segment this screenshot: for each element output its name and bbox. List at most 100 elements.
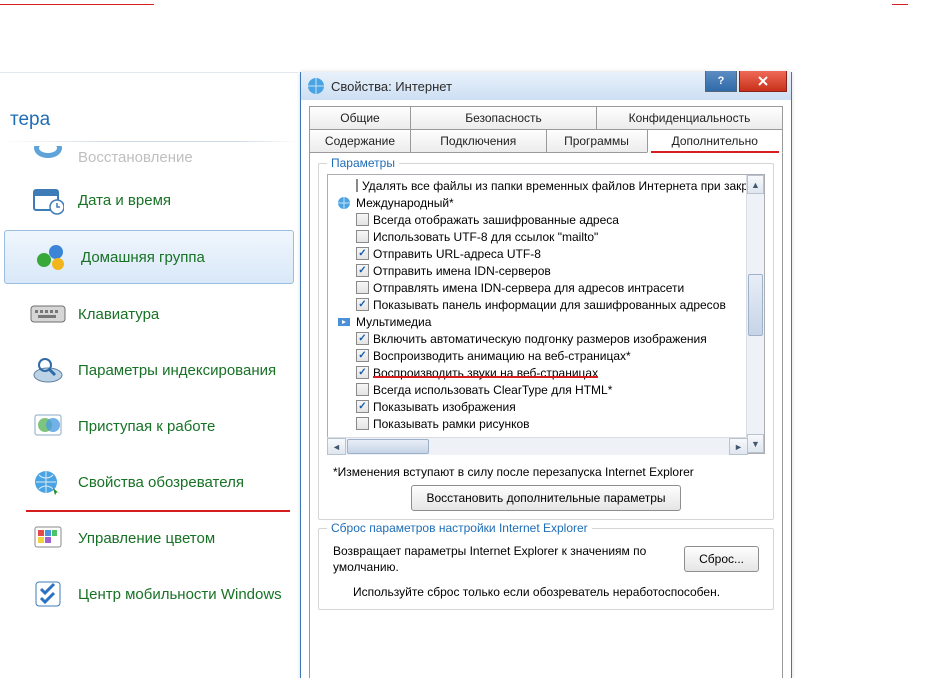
tab-strip: Общие Безопасность Конфиденциальность Со… — [309, 106, 783, 153]
cp-item-label: Приступая к работе — [78, 418, 215, 435]
tree-checkbox[interactable] — [356, 349, 369, 362]
annotation-line — [0, 4, 154, 5]
getting-started-icon — [30, 408, 66, 444]
tree-item-label: Всегда отображать зашифрованные адреса — [373, 213, 619, 227]
tree-item-label: Отправить URL-адреса UTF-8 — [373, 247, 541, 261]
globe-icon — [336, 195, 352, 211]
dialog-body: Общие Безопасность Конфиденциальность Со… — [301, 100, 791, 678]
restore-defaults-button[interactable]: Восстановить дополнительные параметры — [411, 485, 680, 511]
horizontal-scrollbar[interactable]: ◄ ► — [327, 437, 748, 455]
scroll-thumb[interactable] — [748, 274, 763, 336]
tree-item-label: Показывать панель информации для зашифро… — [373, 298, 726, 312]
tree-row[interactable]: Показывать изображения — [330, 398, 746, 415]
scroll-track[interactable] — [747, 194, 764, 434]
tree-row[interactable]: Отправить URL-адреса UTF-8 — [330, 245, 746, 262]
keyboard-icon — [30, 296, 66, 332]
tree-checkbox[interactable] — [356, 383, 369, 396]
tree-item-label: Воспроизводить анимацию на веб-страницах… — [373, 349, 631, 363]
tree-row[interactable]: Отправить имена IDN-серверов — [330, 262, 746, 279]
cp-item-getting-started[interactable]: Приступая к работе — [0, 398, 298, 454]
tree-row[interactable]: Показывать рамки рисунков — [330, 415, 746, 432]
cp-item-color[interactable]: Управление цветом — [0, 510, 298, 566]
scroll-left-arrow[interactable]: ◄ — [327, 438, 346, 455]
scroll-track[interactable] — [346, 438, 729, 455]
dialog-titlebar[interactable]: Свойства: Интернет ? — [301, 72, 791, 101]
tab-connections[interactable]: Подключения — [410, 129, 547, 153]
tree-checkbox[interactable] — [356, 281, 369, 294]
cp-item-label: Восстановление — [78, 149, 193, 166]
recovery-icon — [30, 146, 66, 168]
help-button[interactable]: ? — [705, 71, 737, 92]
tree-item-label: Всегда использовать ClearType для HTML* — [373, 383, 612, 397]
homegroup-icon — [33, 239, 69, 275]
scroll-thumb[interactable] — [347, 439, 429, 454]
tree-row[interactable]: Включить автоматическую подгонку размеро… — [330, 330, 746, 347]
tree-row[interactable]: Использовать UTF-8 для ссылок "mailto" — [330, 228, 746, 245]
tab-programs[interactable]: Программы — [546, 129, 648, 153]
globe-icon — [307, 77, 325, 95]
settings-tree[interactable]: Удалять все файлы из папки временных фай… — [327, 174, 765, 454]
internet-options-icon — [30, 464, 66, 500]
tree-row[interactable]: Всегда отображать зашифрованные адреса — [330, 211, 746, 228]
tree-item-label: Воспроизводить звуки на веб-страницах — [373, 366, 598, 380]
tree-checkbox[interactable] — [356, 298, 369, 311]
tree-checkbox[interactable] — [356, 230, 369, 243]
tree-row[interactable]: Отправлять имена IDN-сервера для адресов… — [330, 279, 746, 296]
tree-checkbox[interactable] — [356, 247, 369, 260]
tree-row[interactable]: Международный* — [330, 194, 746, 211]
cp-item-label: Управление цветом — [78, 530, 215, 547]
cp-item-recovery[interactable]: Восстановление — [0, 142, 298, 172]
vertical-scrollbar[interactable]: ▲ ▼ — [746, 175, 764, 453]
tree-checkbox[interactable] — [356, 264, 369, 277]
tree-checkbox[interactable] — [356, 332, 369, 345]
tab-advanced[interactable]: Дополнительно — [647, 129, 784, 153]
tab-security[interactable]: Безопасность — [410, 106, 597, 130]
left-header-text: тера — [10, 109, 50, 131]
cp-item-datetime[interactable]: Дата и время — [0, 172, 298, 228]
tab-panel-advanced: Параметры Удалять все файлы из папки вре… — [309, 153, 783, 678]
tree-row[interactable]: Показывать панель информации для зашифро… — [330, 296, 746, 313]
annotation-underline — [651, 151, 780, 153]
cp-item-label: Параметры индексирования — [78, 362, 276, 379]
window-buttons: ? — [703, 71, 787, 92]
stage: тера Восстановление Дата и время Домашня… — [0, 0, 937, 678]
tree-row[interactable]: Всегда использовать ClearType для HTML* — [330, 381, 746, 398]
annotation-line — [892, 4, 908, 5]
reset-note: Используйте сброс только если обозревате… — [327, 579, 765, 601]
tab-content[interactable]: Содержание — [309, 129, 411, 153]
settings-tree-list: Удалять все файлы из папки временных фай… — [328, 175, 746, 453]
tree-row[interactable]: Удалять все файлы из папки временных фай… — [330, 177, 746, 194]
cp-item-label: Дата и время — [78, 192, 171, 209]
tree-item-label: Отправить имена IDN-серверов — [373, 264, 551, 278]
cp-item-homegroup[interactable]: Домашняя группа — [4, 230, 294, 284]
group-label: Параметры — [327, 156, 399, 170]
tab-general[interactable]: Общие — [309, 106, 411, 130]
tree-row[interactable]: Воспроизводить анимацию на веб-страницах… — [330, 347, 746, 364]
cp-item-internet-options[interactable]: Свойства обозревателя — [0, 454, 298, 510]
tree-item-label: Удалять все файлы из папки временных фай… — [362, 179, 746, 193]
reset-button[interactable]: Сброс... — [684, 546, 759, 572]
scroll-up-arrow[interactable]: ▲ — [747, 175, 764, 194]
tree-item-label: Использовать UTF-8 для ссылок "mailto" — [373, 230, 598, 244]
tab-privacy[interactable]: Конфиденциальность — [596, 106, 783, 130]
tree-category-label: Мультимедиа — [356, 315, 431, 329]
scroll-down-arrow[interactable]: ▼ — [747, 434, 764, 453]
tree-row[interactable]: Мультимедиа — [330, 313, 746, 330]
close-button[interactable] — [739, 71, 787, 92]
media-icon — [336, 314, 352, 330]
tree-row[interactable]: Воспроизводить звуки на веб-страницах — [330, 364, 746, 381]
cp-item-mobility[interactable]: Центр мобильности Windows — [0, 566, 298, 622]
left-header: тера — [0, 73, 298, 141]
tree-item-label: Показывать изображения — [373, 400, 516, 414]
cp-item-label: Свойства обозревателя — [78, 474, 244, 491]
group-label: Сброс параметров настройки Internet Expl… — [327, 521, 592, 535]
tree-checkbox[interactable] — [356, 213, 369, 226]
restart-hint: *Изменения вступают в силу после перезап… — [333, 465, 765, 479]
tree-checkbox[interactable] — [356, 400, 369, 413]
scroll-right-arrow[interactable]: ► — [729, 438, 748, 455]
cp-item-indexing[interactable]: Параметры индексирования — [0, 342, 298, 398]
tree-checkbox[interactable] — [356, 366, 369, 379]
tree-checkbox[interactable] — [356, 417, 369, 430]
tree-checkbox[interactable] — [356, 179, 358, 192]
cp-item-keyboard[interactable]: Клавиатура — [0, 286, 298, 342]
